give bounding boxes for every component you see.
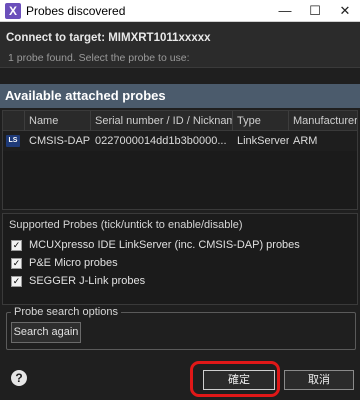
probes-table: Name Serial number / ID / Nicknam Type M…	[2, 110, 358, 210]
help-icon[interactable]: ?	[11, 370, 27, 386]
column-header-manufacturer[interactable]: Manufacturer	[289, 111, 357, 131]
probe-found-message: 1 probe found. Select the probe to use:	[8, 52, 190, 64]
checkbox-label: SEGGER J-Link probes	[29, 275, 146, 287]
table-header: Name Serial number / ID / Nicknam Type M…	[3, 111, 357, 131]
column-header-icon[interactable]	[3, 111, 25, 131]
checkbox-pemicro[interactable]: ✓	[11, 258, 22, 269]
checkbox-jlink[interactable]: ✓	[11, 276, 22, 287]
checkbox-label: MCUXpresso IDE LinkServer (inc. CMSIS-DA…	[29, 239, 300, 251]
ok-button[interactable]: 確定	[203, 370, 275, 390]
checkbox-label: P&E Micro probes	[29, 257, 118, 269]
app-icon: X	[5, 3, 21, 19]
title-bar: X Probes discovered — ☐ ✕	[0, 0, 360, 22]
probe-serial: 0227000014dd1b3b0000...	[95, 135, 227, 147]
search-again-button[interactable]: Search again	[11, 322, 81, 343]
table-row[interactable]: LS CMSIS-DAP 0227000014dd1b3b0000... Lin…	[3, 131, 357, 151]
checkbox-linkserver[interactable]: ✓	[11, 240, 22, 251]
window-title: Probes discovered	[26, 4, 126, 18]
probe-name: CMSIS-DAP	[29, 135, 91, 147]
linkserver-icon: LS	[6, 135, 20, 147]
available-probes-heading: Available attached probes	[0, 84, 360, 108]
connect-target-label: Connect to target: MIMXRT1011xxxxx	[6, 32, 211, 44]
column-header-serial[interactable]: Serial number / ID / Nicknam	[91, 111, 233, 131]
supported-probes-panel: Supported Probes (tick/untick to enable/…	[2, 213, 358, 305]
minimize-button[interactable]: —	[270, 0, 300, 22]
column-header-name[interactable]: Name	[25, 111, 91, 131]
close-button[interactable]: ✕	[330, 0, 360, 22]
supported-probes-title: Supported Probes (tick/untick to enable/…	[9, 219, 243, 231]
cancel-button[interactable]: 取消	[284, 370, 354, 390]
column-header-type[interactable]: Type	[233, 111, 289, 131]
maximize-button[interactable]: ☐	[300, 0, 330, 22]
probe-type: LinkServer	[237, 135, 289, 147]
dialog-header: Connect to target: MIMXRT1011xxxxx 1 pro…	[0, 22, 360, 68]
probe-manufacturer: ARM	[293, 135, 318, 147]
probe-search-legend: Probe search options	[11, 306, 121, 318]
probe-search-options: Probe search options Search again	[6, 306, 356, 350]
